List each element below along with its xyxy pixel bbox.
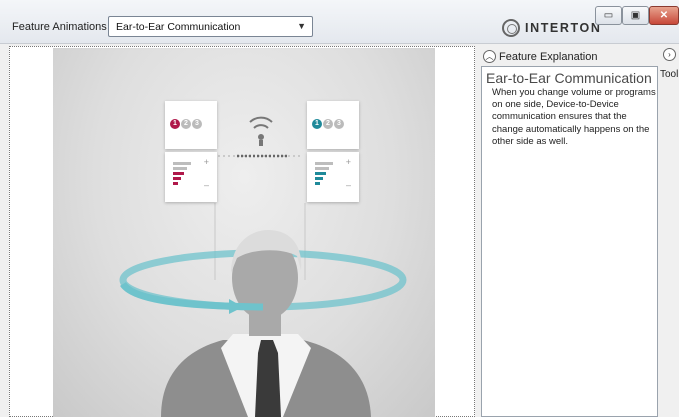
brand-name: INTERTON [525,21,602,35]
feature-dropdown-value: Ear-to-Ear Communication [116,21,241,33]
interton-logo-icon [502,19,520,37]
feature-animations-label: Feature Animations [12,21,107,33]
tools-label: Tool [660,69,679,80]
close-button[interactable]: ✕ [649,6,679,25]
explanation-body: When you change volume or programs on on… [492,87,656,147]
feature-dropdown[interactable]: Ear-to-Ear Communication ▼ [108,16,313,37]
chevron-right-icon: › [668,50,671,59]
collapse-button[interactable]: ︿ [483,50,496,63]
close-icon: ✕ [659,10,669,21]
minimize-button[interactable]: ▭ [595,6,622,25]
volume-down-icon: – [345,180,351,190]
feature-explanation-label: Feature Explanation [499,51,598,63]
right-program-card: 1 2 3 [307,101,359,149]
maximize-button[interactable]: ▣ [622,6,649,25]
wireless-icon [249,116,273,129]
right-program-3: 3 [334,119,344,129]
minimize-icon: ▭ [603,10,614,21]
volume-up-icon: + [203,157,209,167]
chevron-up-icon: ︿ [485,52,494,61]
left-program-card: 1 2 3 [165,101,217,149]
animation-graphics [119,116,407,417]
left-volume-card: + – [165,152,217,202]
left-program-3: 3 [192,119,202,129]
left-program-2: 2 [181,119,191,129]
maximize-icon: ▣ [630,10,641,21]
explanation-title: Ear-to-Ear Communication [486,70,652,86]
animation-scene: 1 2 3 + – 1 2 3 + – [53,48,435,417]
toolbar: Feature Animations Ear-to-Ear Communicat… [0,0,679,44]
right-program-2: 2 [323,119,333,129]
brand-logo: INTERTON [502,17,601,39]
right-program-1: 1 [312,119,322,129]
explanation-box: Ear-to-Ear Communication When you change… [481,66,658,417]
volume-up-icon: + [345,157,351,167]
volume-down-icon: – [203,180,209,190]
left-program-1: 1 [170,119,180,129]
chevron-down-icon: ▼ [297,21,306,31]
right-volume-card: + – [307,152,359,202]
expand-tools-button[interactable]: › [663,48,676,61]
